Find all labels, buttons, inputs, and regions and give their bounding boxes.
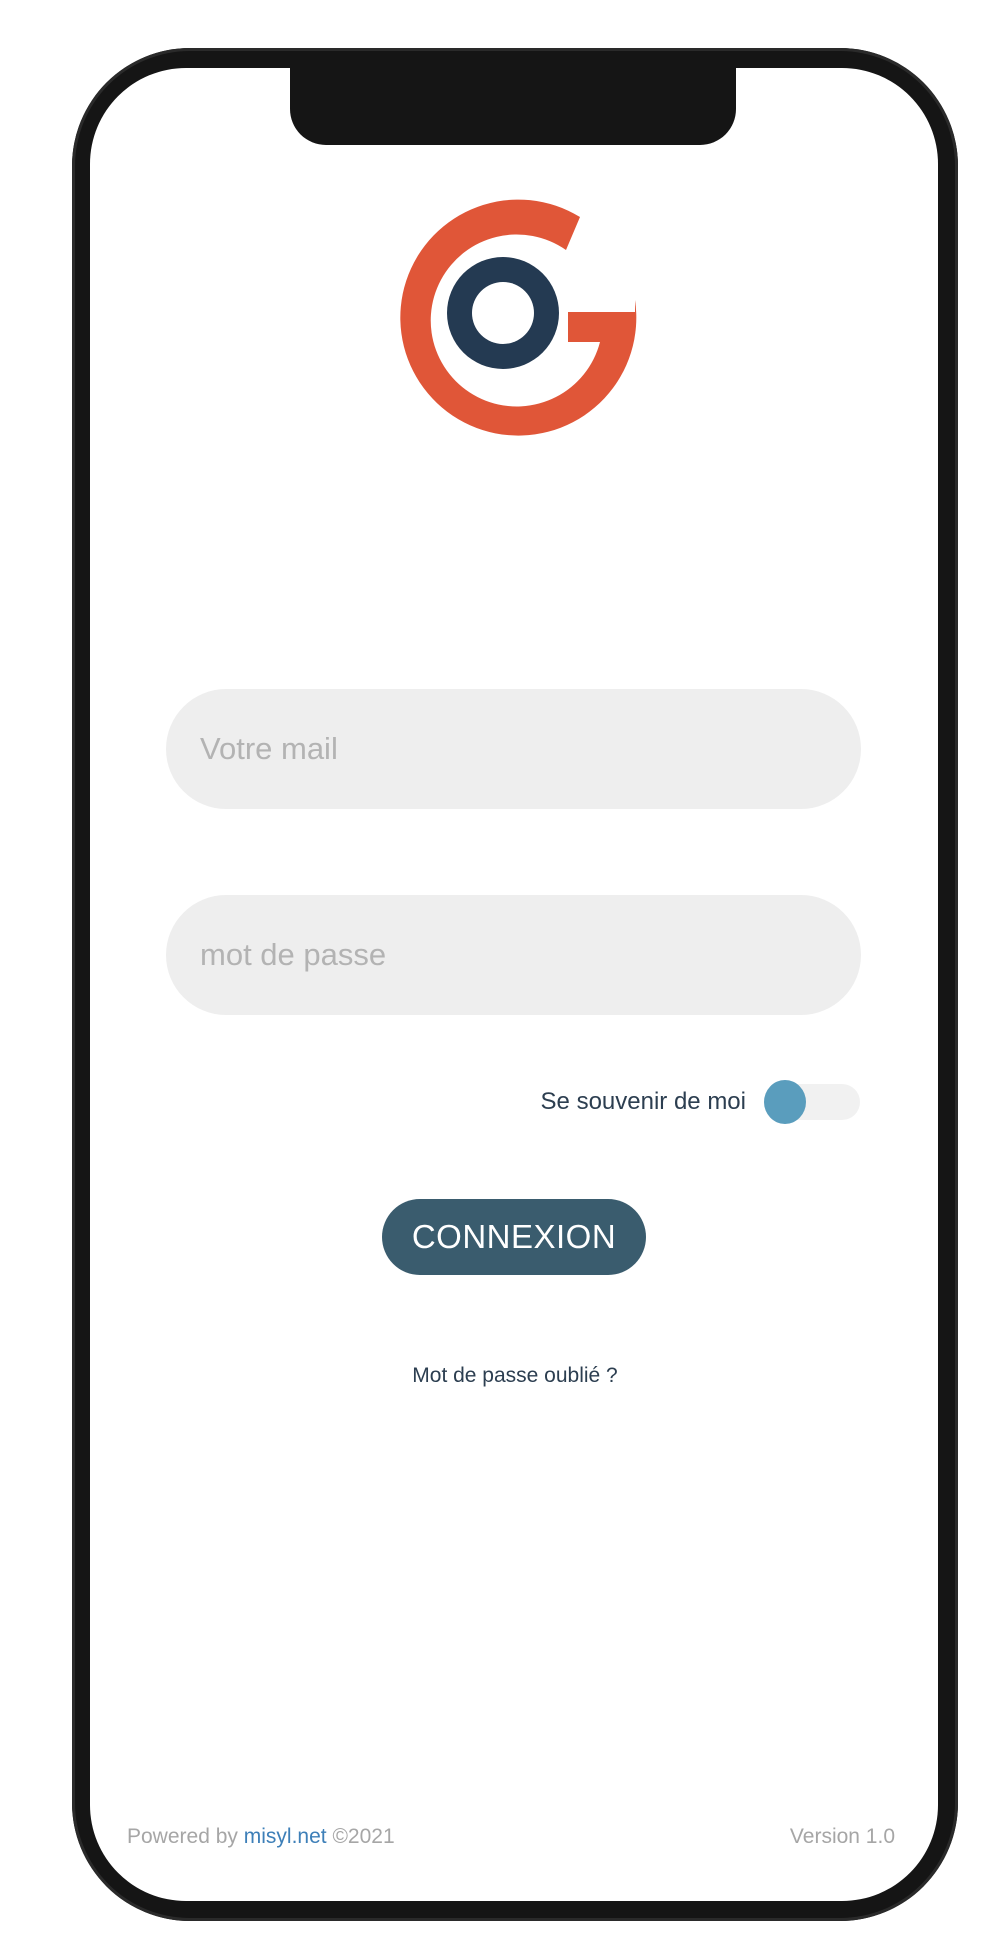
remember-me-row: Se souvenir de moi <box>500 1078 860 1126</box>
password-input[interactable] <box>166 895 861 1015</box>
powered-by-footer: Powered by misyl.net ©2021 <box>127 1825 395 1849</box>
connexion-button[interactable]: CONNEXION <box>382 1199 646 1275</box>
powered-by-label: Powered by <box>127 1825 238 1848</box>
forgot-password-link[interactable]: Mot de passe oublié ? <box>0 1364 1000 1388</box>
go-logo-icon <box>400 199 637 436</box>
remember-me-label: Se souvenir de moi <box>540 1088 746 1115</box>
toggle-knob[interactable] <box>764 1080 806 1124</box>
copyright-label: ©2021 <box>332 1825 395 1848</box>
phone-notch <box>290 60 736 145</box>
remember-me-toggle[interactable] <box>764 1080 860 1124</box>
email-input[interactable] <box>166 689 861 809</box>
version-label: Version 1.0 <box>789 1825 895 1848</box>
logo-o-hole <box>472 282 534 344</box>
misyl-link[interactable]: misyl.net <box>244 1825 327 1848</box>
